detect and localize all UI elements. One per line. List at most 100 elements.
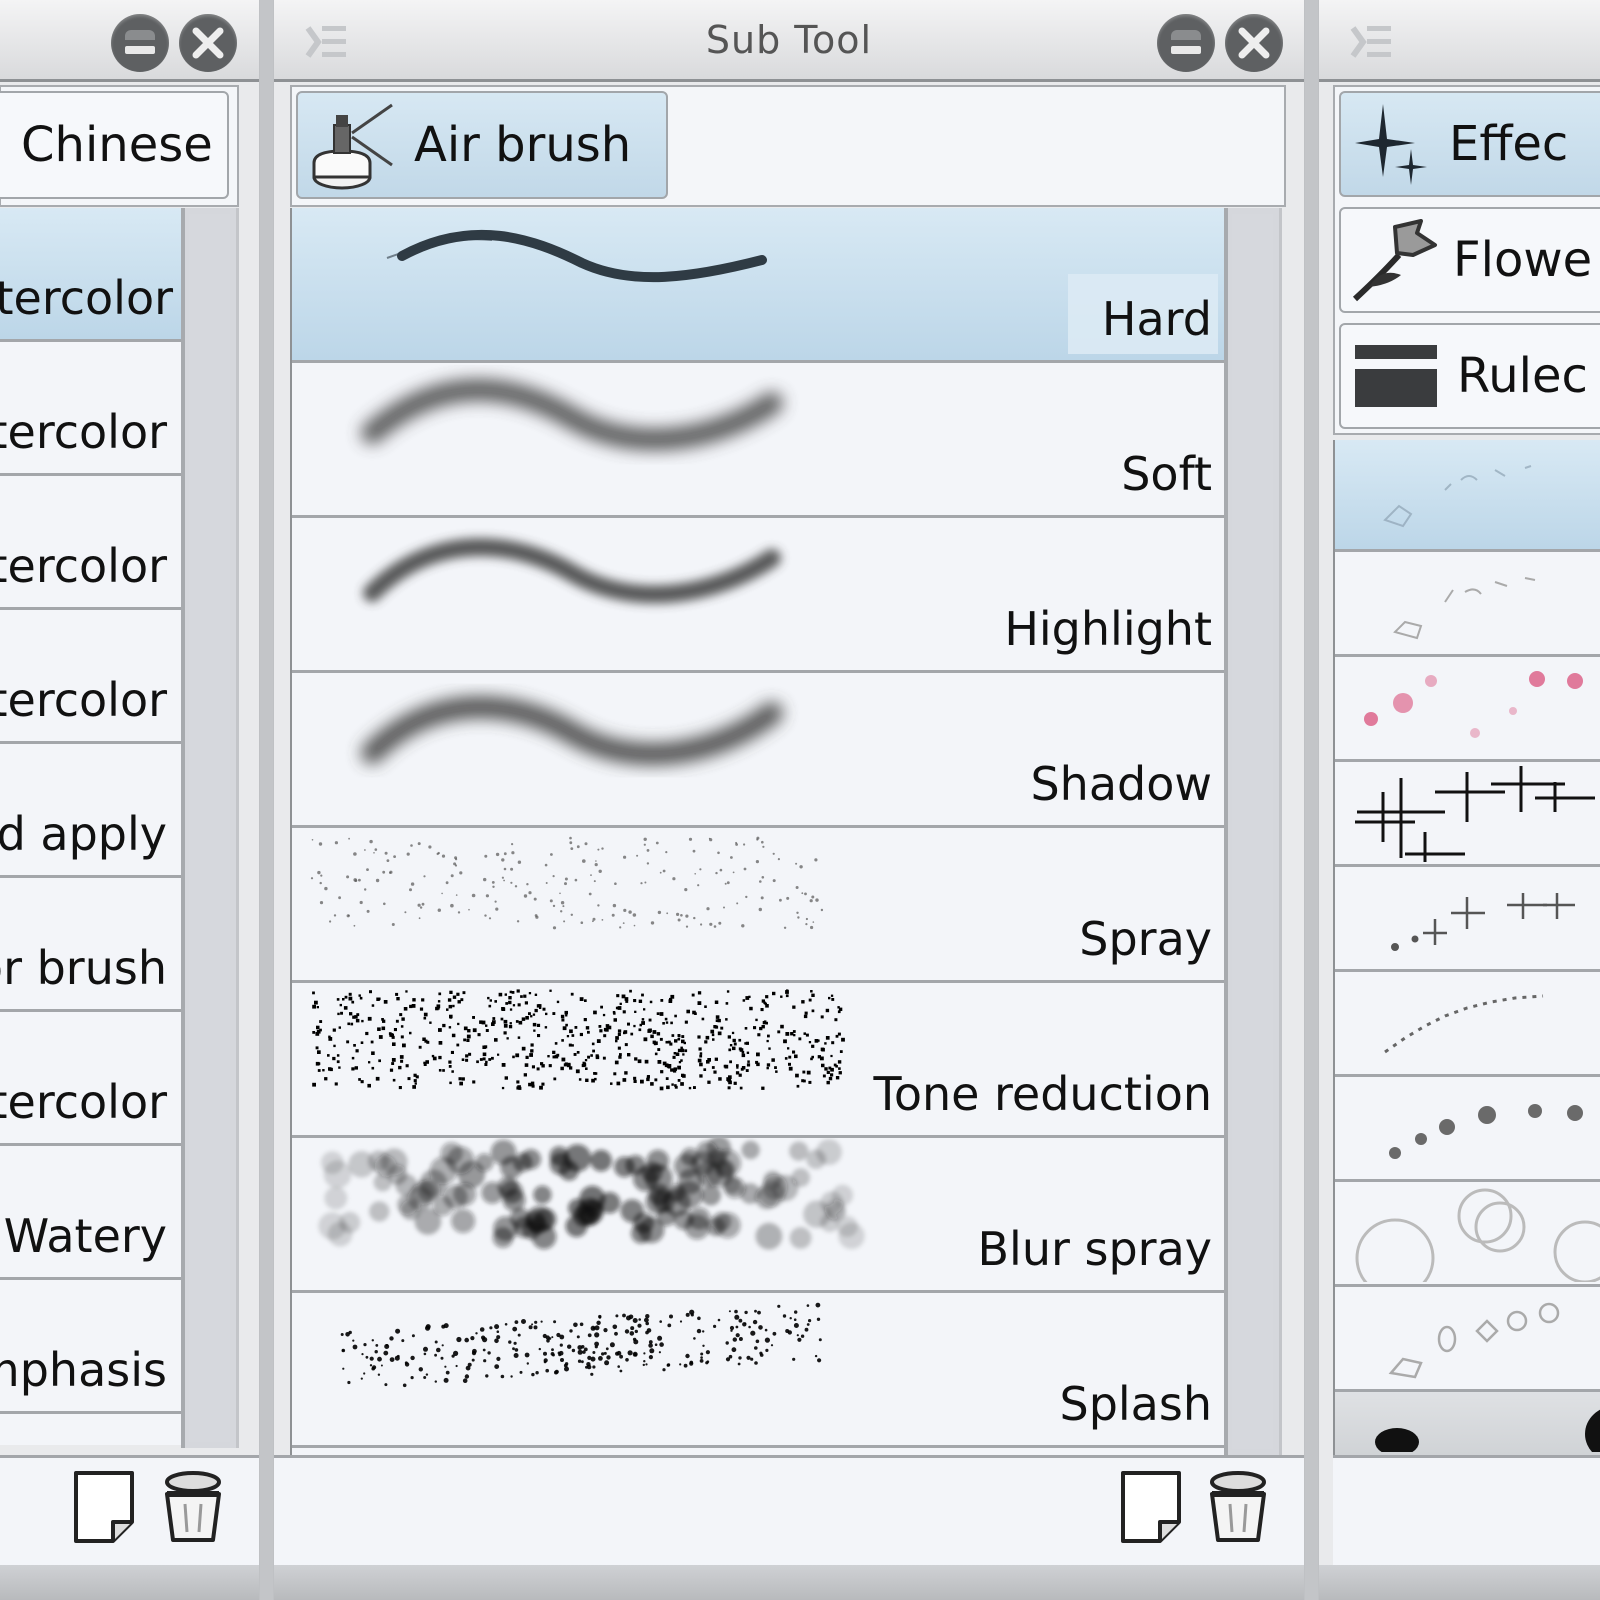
- list-item[interactable]: Tone reduction: [292, 983, 1224, 1138]
- texture-dot: [370, 1040, 374, 1044]
- texture-dot: [495, 907, 499, 911]
- texture-dot: [629, 1331, 635, 1336]
- texture-dot: [481, 1335, 486, 1340]
- texture-dot: [649, 1348, 655, 1354]
- group-tab-effect[interactable]: Effec: [1339, 91, 1600, 197]
- texture-dot: [662, 1022, 665, 1025]
- list-item[interactable]: mphasis: [0, 1280, 181, 1414]
- list-item[interactable]: tercolor: [0, 342, 181, 476]
- minimize-button[interactable]: [111, 14, 169, 72]
- texture-dot: [464, 1337, 469, 1343]
- texture-dot: [789, 1141, 809, 1161]
- texture-dot: [683, 1041, 686, 1045]
- list-item[interactable]: tercolor: [0, 476, 181, 610]
- texture-dot: [590, 1149, 612, 1172]
- list-item[interactable]: Soft: [292, 363, 1224, 518]
- sub-tool-scrollbar[interactable]: [1224, 208, 1282, 1455]
- texture-dot: [688, 1207, 711, 1230]
- texture-dot: [613, 1072, 617, 1076]
- minimize-button[interactable]: [1157, 14, 1215, 72]
- texture-dot: [690, 1313, 694, 1317]
- new-page-icon[interactable]: [73, 1470, 137, 1544]
- texture-dot: [826, 1070, 830, 1074]
- list-item[interactable]: or brush: [0, 878, 181, 1012]
- panel-menu-icon[interactable]: [1349, 22, 1395, 62]
- texture-dot: [576, 1335, 580, 1339]
- texture-dot: [747, 1060, 750, 1063]
- list-item[interactable]: Blur spray: [292, 1138, 1224, 1293]
- texture-dot: [512, 1326, 518, 1332]
- list-item[interactable]: tercolor: [0, 610, 181, 744]
- texture-dot: [310, 877, 314, 880]
- panel-splitter[interactable]: [1305, 0, 1319, 1600]
- close-button[interactable]: [1225, 14, 1283, 72]
- texture-dot: [765, 995, 769, 999]
- list-item[interactable]: [1335, 867, 1600, 972]
- group-tab-flower[interactable]: Flowe: [1339, 207, 1600, 313]
- texture-dot: [489, 1326, 493, 1330]
- list-item[interactable]: Splash: [292, 1293, 1224, 1448]
- left-scrollbar[interactable]: [181, 208, 239, 1448]
- texture-dot: [665, 1077, 669, 1080]
- list-item[interactable]: [1335, 1182, 1600, 1287]
- texture-dot: [761, 1086, 765, 1090]
- list-item[interactable]: [1335, 1287, 1600, 1392]
- list-item[interactable]: [1335, 762, 1600, 867]
- list-item[interactable]: [1335, 972, 1600, 1077]
- texture-dot: [745, 996, 750, 1000]
- texture-dot: [334, 841, 338, 845]
- panel-splitter[interactable]: [260, 0, 274, 1600]
- list-item[interactable]: Spray: [292, 828, 1224, 983]
- list-item[interactable]: Watery: [0, 1146, 181, 1280]
- list-item[interactable]: Shadow: [292, 673, 1224, 828]
- texture-dot: [766, 1039, 769, 1043]
- texture-dot: [440, 1356, 444, 1360]
- group-tab-ruled-lines[interactable]: Rulec: [1339, 323, 1600, 429]
- texture-dot: [820, 1213, 840, 1233]
- texture-dot: [657, 1060, 662, 1064]
- new-page-icon[interactable]: [1120, 1470, 1184, 1544]
- close-button[interactable]: [179, 14, 237, 72]
- texture-dot: [811, 1009, 815, 1013]
- texture-dot: [423, 1061, 426, 1065]
- list-item[interactable]: Hard: [292, 208, 1224, 363]
- texture-dot: [552, 926, 557, 930]
- texture-dot: [492, 885, 495, 888]
- list-item[interactable]: Highlight: [292, 518, 1224, 673]
- texture-dot: [746, 1355, 751, 1360]
- list-item[interactable]: [1335, 552, 1600, 657]
- list-item[interactable]: d apply: [0, 744, 181, 878]
- texture-dot: [345, 1332, 350, 1337]
- texture-dot: [739, 1086, 743, 1090]
- texture-dot: [348, 837, 350, 840]
- texture-dot: [699, 1062, 703, 1067]
- texture-dot: [743, 843, 746, 846]
- trash-icon[interactable]: [161, 1470, 225, 1544]
- list-item[interactable]: [1335, 1392, 1600, 1456]
- texture-dot: [557, 1351, 561, 1355]
- texture-dot: [784, 1057, 788, 1060]
- list-item[interactable]: tercolor: [0, 1012, 181, 1146]
- texture-dot: [724, 882, 727, 885]
- scroll-thumb[interactable]: [1232, 214, 1273, 1449]
- scroll-thumb[interactable]: [189, 214, 230, 1442]
- trash-icon[interactable]: [1206, 1470, 1270, 1544]
- texture-dot: [410, 1376, 414, 1380]
- texture-dot: [377, 1373, 381, 1376]
- texture-dot: [722, 1175, 741, 1194]
- list-item[interactable]: [1335, 657, 1600, 762]
- texture-dot: [811, 1055, 814, 1059]
- texture-dot: [421, 902, 425, 906]
- list-item[interactable]: [1335, 1077, 1600, 1182]
- group-tab-chinese[interactable]: Chinese: [0, 91, 229, 199]
- list-item[interactable]: [1335, 440, 1600, 552]
- texture-dot: [579, 1032, 583, 1037]
- texture-dot: [371, 1004, 375, 1007]
- texture-dot: [717, 851, 720, 855]
- texture-dot: [659, 1037, 663, 1041]
- list-item[interactable]: tercolor: [0, 208, 181, 342]
- texture-dot: [693, 1337, 696, 1340]
- texture-dot: [632, 913, 637, 917]
- group-tab-air-brush[interactable]: Air brush: [296, 91, 668, 199]
- texture-dot: [648, 1343, 653, 1348]
